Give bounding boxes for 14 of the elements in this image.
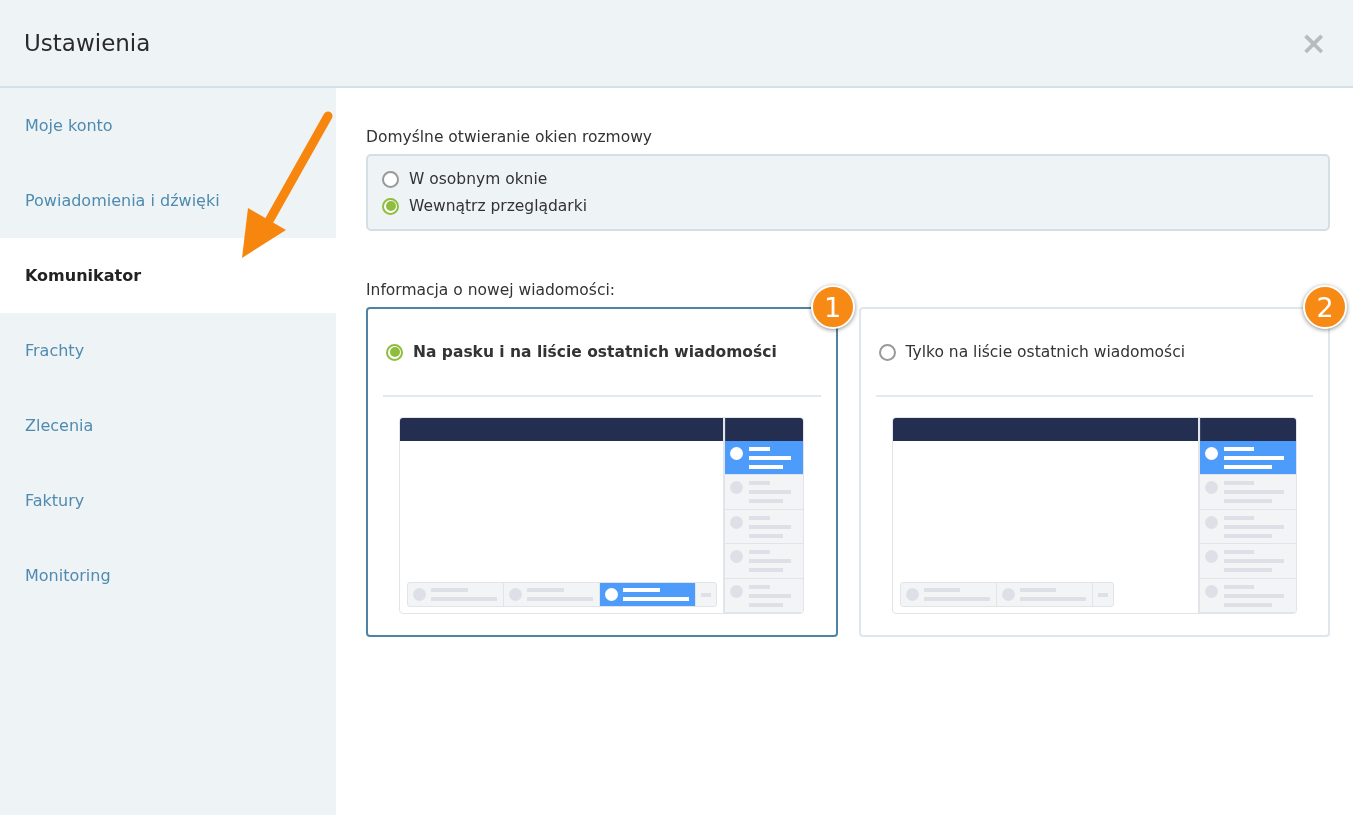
section-label: Informacja o nowej wiadomości: <box>366 281 616 299</box>
sidebar-item[interactable]: Komunikator <box>0 238 336 313</box>
radio-label[interactable]: Tylko na liście ostatnich wiadomości <box>905 343 1185 361</box>
radio-button[interactable] <box>878 343 896 361</box>
radio-label[interactable]: Na pasku i na liście ostatnich wiadomości <box>413 343 777 361</box>
section-label: Domyślne otwieranie okien rozmowy <box>366 128 654 146</box>
number-callout: 1 <box>810 285 855 329</box>
radio-button[interactable] <box>382 170 399 188</box>
radio-button[interactable] <box>382 197 399 215</box>
radio-label[interactable]: W osobnym oknie <box>409 170 548 188</box>
radio-button[interactable] <box>386 343 403 361</box>
window-title: Ustawienia <box>24 30 151 56</box>
number-callout: 2 <box>1303 285 1347 329</box>
radio-label[interactable]: Wewnątrz przeglądarki <box>409 197 587 215</box>
